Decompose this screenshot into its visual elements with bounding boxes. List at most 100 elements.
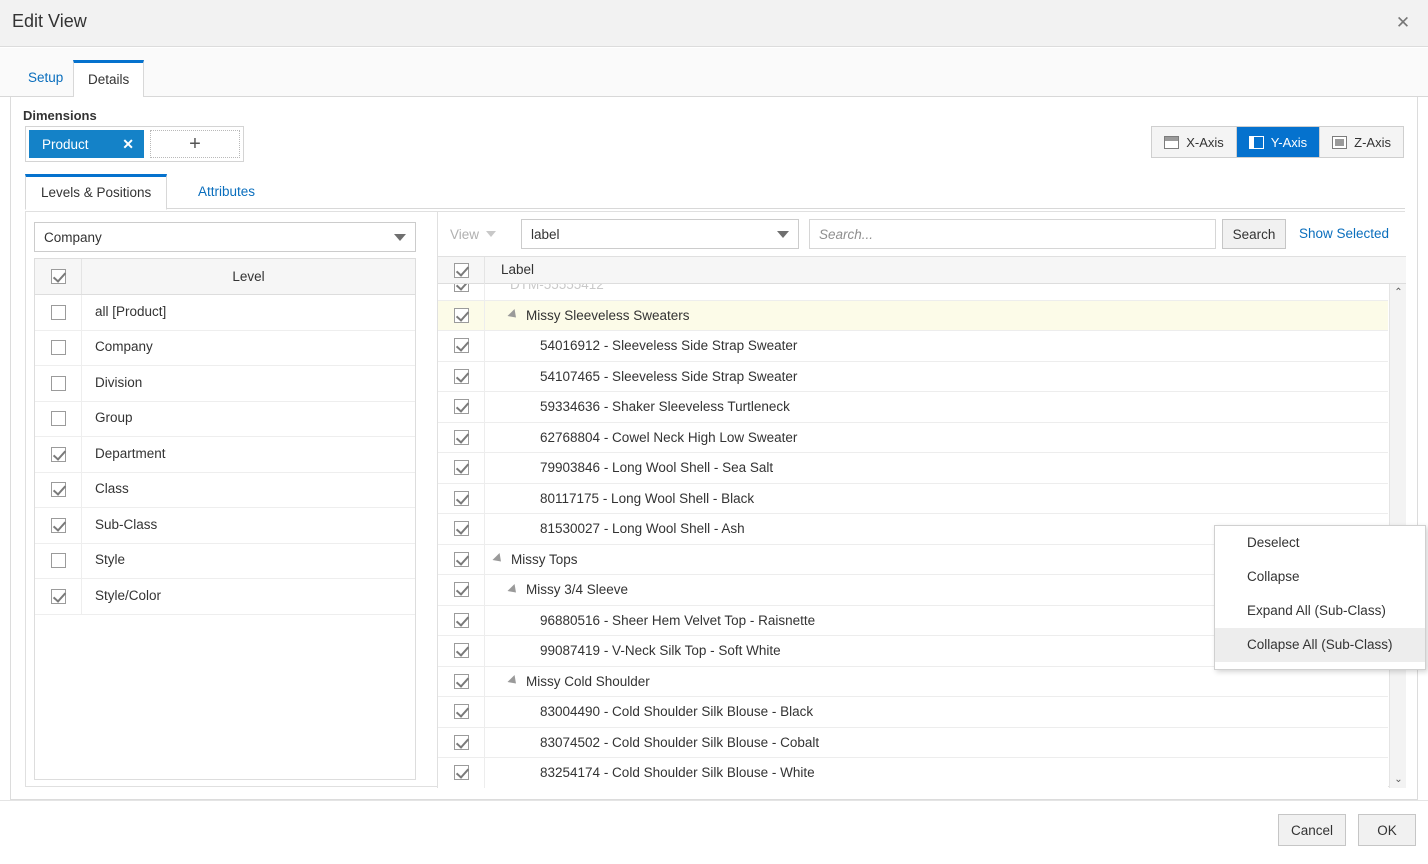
position-checkbox[interactable] (453, 704, 469, 720)
collapse-triangle-icon[interactable] (507, 583, 520, 596)
position-checkbox[interactable] (453, 612, 469, 628)
dimension-chip-product[interactable]: Product ✕ (29, 130, 144, 158)
positions-select-all-checkbox[interactable] (453, 262, 469, 278)
view-menu-label: View (450, 226, 480, 242)
table-row[interactable]: all [Product] (35, 294, 415, 331)
position-checkbox[interactable] (453, 284, 469, 293)
position-checkbox[interactable] (453, 551, 469, 567)
ok-button[interactable]: OK (1358, 814, 1416, 846)
table-row[interactable]: Style (35, 543, 415, 579)
list-item[interactable]: 83254174 - Cold Shoulder Silk Blouse - W… (438, 757, 1388, 788)
level-checkbox[interactable] (50, 375, 66, 391)
position-label: 81530027 - Long Wool Shell - Ash (540, 521, 745, 537)
list-item[interactable]: Missy Cold Shoulder (438, 666, 1388, 697)
list-item[interactable]: Missy Sleeveless Sweaters (438, 300, 1388, 331)
level-checkbox-cell (35, 553, 81, 569)
dimensions-chip-container: Product ✕ + (25, 126, 244, 162)
menu-item[interactable]: Expand All (Sub-Class) (1215, 594, 1425, 628)
level-checkbox[interactable] (50, 411, 66, 427)
show-selected-link[interactable]: Show Selected (1299, 226, 1389, 241)
level-checkbox[interactable] (50, 553, 66, 569)
position-checkbox[interactable] (453, 368, 469, 384)
position-label: 83074502 - Cold Shoulder Silk Blouse - C… (540, 734, 820, 750)
level-name: Division (81, 365, 415, 401)
label-column-header: Label (484, 256, 1406, 284)
position-checkbox[interactable] (453, 338, 469, 354)
collapse-triangle-icon[interactable] (492, 553, 505, 566)
table-row[interactable]: Group (35, 401, 415, 437)
position-checkbox[interactable] (453, 307, 469, 323)
menu-item[interactable]: Collapse All (Sub-Class) (1215, 628, 1425, 662)
level-checkbox[interactable] (50, 588, 66, 604)
list-item[interactable]: 83004490 - Cold Shoulder Silk Blouse - B… (438, 696, 1388, 728)
position-label-cell: 83004490 - Cold Shoulder Silk Blouse - B… (484, 696, 1388, 727)
level-name: Group (81, 401, 415, 437)
menu-item[interactable]: Deselect (1215, 526, 1425, 560)
collapse-triangle-icon[interactable] (507, 309, 520, 322)
menu-item[interactable]: Collapse (1215, 560, 1425, 594)
table-row[interactable]: Class (35, 472, 415, 508)
position-label: 79903846 - Long Wool Shell - Sea Salt (540, 460, 774, 476)
table-row[interactable]: Style/Color (35, 578, 415, 615)
position-checkbox[interactable] (453, 399, 469, 415)
level-checkbox[interactable] (50, 340, 66, 356)
y-axis-button[interactable]: Y-Axis (1236, 127, 1321, 157)
hierarchy-select[interactable]: Company (34, 222, 416, 252)
remove-dimension-icon[interactable]: ✕ (122, 136, 134, 153)
position-label-cell: 83074502 - Cold Shoulder Silk Blouse - C… (484, 727, 1388, 758)
positions-select-all-cell (438, 262, 484, 278)
search-button[interactable]: Search (1222, 219, 1286, 249)
position-checkbox[interactable] (453, 582, 469, 598)
table-row[interactable]: Company (35, 330, 415, 366)
collapse-triangle-icon[interactable] (507, 675, 520, 688)
position-checkbox[interactable] (453, 521, 469, 537)
level-checkbox-cell (35, 588, 81, 604)
position-label: 83254174 - Cold Shoulder Silk Blouse - W… (540, 765, 815, 781)
add-dimension-button[interactable]: + (150, 130, 240, 158)
list-item[interactable]: 54107465 - Sleeveless Side Strap Sweater (438, 361, 1388, 392)
position-checkbox[interactable] (453, 734, 469, 750)
z-axis-button[interactable]: Z-Axis (1320, 127, 1403, 157)
list-item[interactable]: 80117175 - Long Wool Shell - Black (438, 483, 1388, 514)
levels-select-all-checkbox[interactable] (50, 269, 66, 284)
levels-select-all-cell (35, 269, 81, 284)
list-item[interactable]: 62768804 - Cowel Neck High Low Sweater (438, 422, 1388, 453)
x-axis-button[interactable]: X-Axis (1152, 127, 1237, 157)
tab-setup[interactable]: Setup (14, 60, 77, 97)
position-checkbox[interactable] (453, 490, 469, 506)
list-item[interactable]: 79903846 - Long Wool Shell - Sea Salt (438, 452, 1388, 484)
position-checkbox[interactable] (453, 765, 469, 781)
level-checkbox[interactable] (50, 517, 66, 533)
level-name: Class (81, 472, 415, 508)
table-row[interactable]: Sub-Class (35, 507, 415, 544)
list-item[interactable]: 54016912 - Sleeveless Side Strap Sweater (438, 330, 1388, 362)
search-input[interactable] (809, 219, 1216, 249)
levels-panel: Company Level all [Product] Company Divisi… (26, 212, 436, 788)
attribute-select[interactable]: label (521, 219, 799, 249)
position-checkbox[interactable] (453, 643, 469, 659)
scroll-down-icon[interactable]: ⌄ (1390, 771, 1407, 788)
position-label: DTM-55555412 (510, 284, 604, 293)
tab-attributes[interactable]: Attributes (183, 174, 270, 209)
table-row[interactable]: Division (35, 365, 415, 402)
level-checkbox-cell (35, 446, 81, 462)
levels-table: Level all [Product] Company Division Group D… (34, 258, 416, 780)
tab-details[interactable]: Details (73, 60, 145, 98)
level-checkbox[interactable] (50, 446, 66, 462)
levels-column-header: Level (81, 259, 415, 294)
list-item[interactable]: DTM-55555412 (438, 284, 1388, 301)
level-checkbox[interactable] (50, 304, 66, 320)
position-label: Missy Tops (511, 551, 578, 567)
list-item[interactable]: 83074502 - Cold Shoulder Silk Blouse - C… (438, 727, 1388, 758)
cancel-button[interactable]: Cancel (1278, 814, 1346, 846)
list-item[interactable]: 59334636 - Shaker Sleeveless Turtleneck (438, 391, 1388, 423)
table-row[interactable]: Department (35, 436, 415, 473)
position-checkbox[interactable] (453, 673, 469, 689)
view-menu-button[interactable]: View (450, 226, 497, 242)
position-checkbox[interactable] (453, 429, 469, 445)
scroll-up-icon[interactable]: ⌃ (1390, 284, 1407, 301)
tab-levels-positions[interactable]: Levels & Positions (25, 174, 168, 210)
position-checkbox[interactable] (453, 460, 469, 476)
level-checkbox[interactable] (50, 482, 66, 498)
close-icon[interactable]: ✕ (1390, 11, 1416, 37)
